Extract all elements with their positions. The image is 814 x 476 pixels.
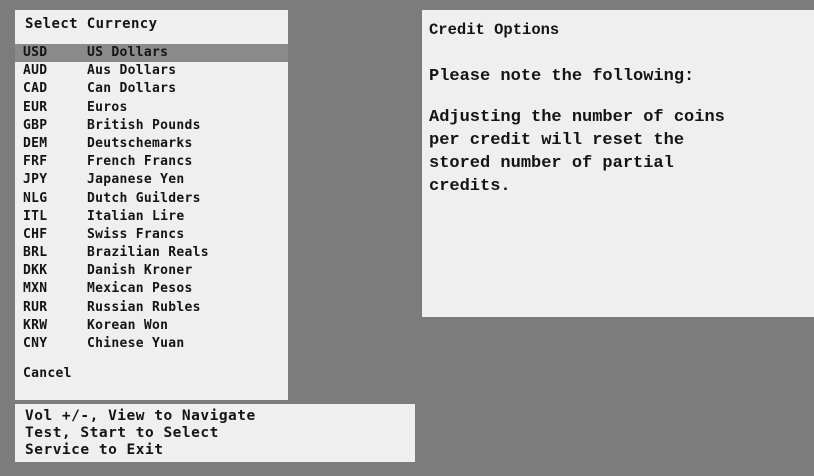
currency-item-itl[interactable]: ITL Italian Lire <box>15 208 288 226</box>
currency-name: US Dollars <box>87 45 169 60</box>
currency-name: Japanese Yen <box>87 172 185 188</box>
currency-item-mxn[interactable]: MXN Mexican Pesos <box>15 280 288 298</box>
currency-item-frf[interactable]: FRF French Francs <box>15 153 288 171</box>
help-line: Vol +/-, View to Navigate <box>25 408 256 424</box>
currency-name: Aus Dollars <box>87 63 177 79</box>
currency-name: Can Dollars <box>87 81 177 97</box>
currency-item-usd[interactable]: USD US Dollars <box>15 44 288 63</box>
currency-code: RUR <box>23 299 48 315</box>
currency-code: KRW <box>23 317 48 333</box>
currency-item-eur[interactable]: EUR Euros <box>15 99 288 117</box>
menu-title: Select Currency <box>25 16 158 32</box>
currency-item-cad[interactable]: CAD Can Dollars <box>15 80 288 98</box>
currency-item-krw[interactable]: KRW Korean Won <box>15 317 288 335</box>
currency-code: MXN <box>23 281 48 297</box>
navigation-help: Vol +/-, View to Navigate Test, Start to… <box>15 404 415 462</box>
currency-code: BRL <box>23 245 48 261</box>
currency-name: Mexican Pesos <box>87 281 193 297</box>
currency-menu: Select Currency USD US Dollars AUD Aus Doll… <box>15 10 288 400</box>
currency-name: Dutch Guilders <box>87 190 201 206</box>
cancel-menu-item[interactable]: Cancel <box>15 365 288 383</box>
currency-item-jpy[interactable]: JPY Japanese Yen <box>15 171 288 189</box>
currency-code: CHF <box>23 226 48 242</box>
currency-name: Korean Won <box>87 317 169 333</box>
currency-code: EUR <box>23 99 48 115</box>
panel-title: Credit Options <box>429 21 560 39</box>
currency-name: Euros <box>87 99 128 115</box>
currency-item-nlg[interactable]: NLG Dutch Guilders <box>15 190 288 208</box>
currency-name: French Francs <box>87 154 193 170</box>
currency-name: Italian Lire <box>87 208 185 224</box>
currency-name: Danish Kroner <box>87 263 193 279</box>
currency-code: AUD <box>23 63 48 79</box>
currency-item-brl[interactable]: BRL Brazilian Reals <box>15 244 288 262</box>
currency-item-aud[interactable]: AUD Aus Dollars <box>15 62 288 80</box>
currency-item-cny[interactable]: CNY Chinese Yuan <box>15 335 288 353</box>
panel-body: Adjusting the number of coins per credit… <box>429 108 725 196</box>
currency-name: Swiss Francs <box>87 226 185 242</box>
help-line: Service to Exit <box>25 442 164 458</box>
currency-code: DEM <box>23 135 48 151</box>
currency-list: USD US Dollars AUD Aus Dollars CAD Can Dollar… <box>15 44 288 353</box>
currency-item-chf[interactable]: CHF Swiss Francs <box>15 226 288 244</box>
help-line: Test, Start to Select <box>25 425 219 441</box>
currency-code: DKK <box>23 263 48 279</box>
currency-code: CNY <box>23 336 48 351</box>
currency-item-rur[interactable]: RUR Russian Rubles <box>15 299 288 317</box>
currency-name: Deutschemarks <box>87 135 193 151</box>
currency-item-dem[interactable]: DEM Deutschemarks <box>15 135 288 153</box>
currency-code: JPY <box>23 172 48 188</box>
credit-options-panel: Credit Options Please note the following… <box>422 10 814 317</box>
currency-code: USD <box>23 45 48 60</box>
currency-code: CAD <box>23 81 48 97</box>
currency-code: FRF <box>23 154 48 170</box>
currency-code: GBP <box>23 117 48 133</box>
currency-code: ITL <box>23 208 48 224</box>
currency-item-dkk[interactable]: DKK Danish Kroner <box>15 262 288 280</box>
panel-note: Please note the following: <box>429 67 695 86</box>
screen: Select Currency USD US Dollars AUD Aus Doll… <box>0 0 814 476</box>
currency-name: Brazilian Reals <box>87 245 209 261</box>
currency-name: Russian Rubles <box>87 299 201 315</box>
currency-code: NLG <box>23 190 48 206</box>
currency-name: Chinese Yuan <box>87 336 185 351</box>
currency-item-gbp[interactable]: GBP British Pounds <box>15 117 288 135</box>
currency-name: British Pounds <box>87 117 201 133</box>
